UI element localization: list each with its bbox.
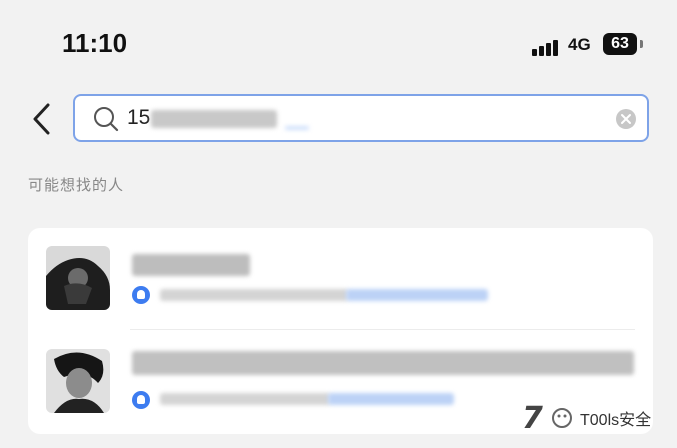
battery-tip [640, 40, 643, 48]
battery-icon: 63 [603, 33, 637, 55]
divider [130, 329, 635, 330]
result-item[interactable] [28, 228, 653, 328]
redacted-search-underline [285, 126, 309, 130]
redacted-search-text [151, 110, 277, 128]
avatar [46, 246, 110, 310]
qq-badge-icon [132, 391, 150, 409]
redacted-name [132, 254, 250, 276]
watermark: 7 T00ls安全 [520, 398, 670, 438]
search-field[interactable]: 15 [73, 94, 649, 142]
section-title: 可能想找的人 [28, 176, 125, 194]
watermark-logo-icon: 7 [522, 401, 572, 436]
chevron-left-icon [33, 103, 50, 135]
qq-badge-icon [132, 286, 150, 304]
clear-icon[interactable] [615, 108, 637, 130]
status-bar: 11:10 4G 63 [0, 0, 677, 90]
redacted-detail [160, 289, 348, 301]
redacted-highlight [346, 289, 488, 301]
search-icon [94, 107, 119, 132]
status-time: 11:10 [62, 28, 128, 58]
avatar [46, 349, 110, 413]
network-type: 4G [568, 35, 591, 54]
watermark-text: T00ls安全 [580, 412, 652, 429]
signal-strength-icon [532, 38, 562, 56]
back-button[interactable] [28, 100, 56, 138]
search-input-value[interactable]: 15 [127, 106, 150, 130]
redacted-detail [160, 393, 330, 405]
redacted-highlight [328, 393, 454, 405]
svg-text:7: 7 [522, 401, 543, 436]
redacted-name [132, 351, 634, 375]
